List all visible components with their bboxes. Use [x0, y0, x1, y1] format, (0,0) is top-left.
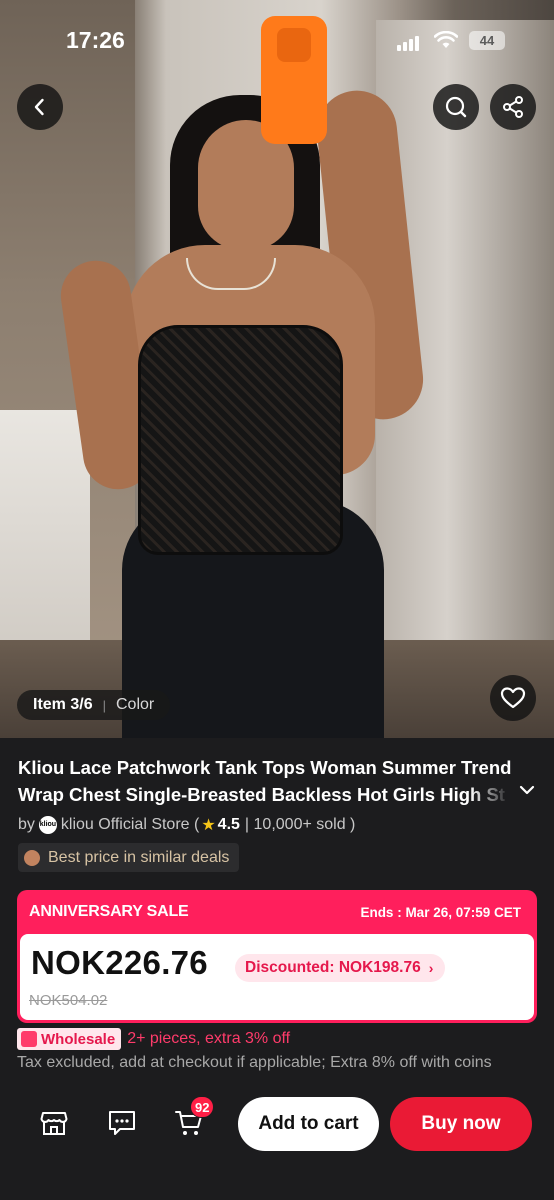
cart-count-badge: 92 — [190, 1096, 215, 1118]
sale-card[interactable]: ANNIVERSARY SALE Ends : Mar 26, 07:59 CE… — [17, 890, 537, 1023]
message-button[interactable] — [107, 1108, 137, 1138]
star-icon: ★ — [201, 817, 216, 834]
wifi-icon — [433, 30, 459, 54]
tag-icon — [24, 849, 40, 866]
chevron-right-icon: › — [428, 960, 434, 976]
store-button[interactable] — [39, 1108, 69, 1138]
photo-lace-corset — [138, 325, 343, 555]
best-price-badge[interactable]: Best price in similar deals — [18, 843, 240, 872]
gallery-item-pill[interactable]: Item 3/6 | Color — [17, 690, 171, 720]
sale-banner-title: ANNIVERSARY SALE — [29, 903, 189, 920]
signal-icon — [397, 33, 421, 51]
store-row[interactable]: by kliou kliou Official Store ( ★ 4.5 | … — [18, 815, 355, 835]
gallery-item-counter: Item 3/6 — [33, 696, 93, 713]
wholesale-badge: Wholesale — [17, 1028, 122, 1050]
search-button[interactable] — [433, 84, 479, 130]
product-title-line-1: Kliou Lace Patchwork Tank Tops Woman Sum… — [18, 757, 512, 778]
add-to-cart-button[interactable]: Add to cart — [238, 1097, 379, 1151]
status-bar: 17:26 44 — [0, 0, 554, 80]
store-rating: 4.5 — [217, 816, 240, 833]
gallery-color-tab[interactable]: Color — [116, 696, 154, 714]
message-icon — [109, 1111, 135, 1135]
chevron-down-icon — [519, 785, 535, 795]
back-icon — [34, 98, 44, 116]
discounted-price: Discounted: NOK198.76 — [245, 959, 421, 976]
tax-note: Tax excluded, add at checkout if applica… — [17, 1054, 492, 1071]
sold-count: | 10,000+ sold ) — [244, 816, 356, 833]
share-icon — [503, 96, 523, 118]
sale-end-time: Ends : Mar 26, 07:59 CET — [360, 905, 521, 920]
wholesale-badge-label: Wholesale — [41, 1030, 116, 1048]
heart-icon — [500, 687, 526, 709]
search-icon — [445, 96, 467, 118]
store-logo: kliou — [38, 816, 57, 834]
buy-now-button[interactable]: Buy now — [390, 1097, 532, 1151]
store-icon — [40, 1112, 68, 1135]
wholesale-row[interactable]: Wholesale 2+ pieces, extra 3% off — [17, 1028, 290, 1050]
current-price: NOK226.76 — [31, 944, 208, 981]
share-button[interactable] — [490, 84, 536, 130]
best-price-text: Best price in similar deals — [48, 848, 230, 866]
store-name[interactable]: kliou Official Store ( — [61, 816, 199, 834]
store-prefix: by — [18, 816, 35, 833]
wholesale-icon — [21, 1031, 37, 1047]
wholesale-offer: 2+ pieces, extra 3% off — [127, 1030, 291, 1047]
original-price: NOK504.02 — [29, 992, 108, 1009]
expand-title-button[interactable] — [517, 780, 537, 805]
title-fade — [470, 781, 510, 808]
battery-icon: 44 — [469, 31, 505, 50]
gallery-separator: | — [102, 697, 106, 713]
wishlist-button[interactable] — [490, 675, 536, 721]
discount-pill[interactable]: Discounted: NOK198.76 › — [235, 954, 446, 982]
back-button[interactable] — [17, 84, 63, 130]
price-panel: NOK226.76 Discounted: NOK198.76 › NOK504… — [20, 934, 534, 1020]
product-title[interactable]: Kliou Lace Patchwork Tank Tops Woman Sum… — [18, 754, 523, 808]
status-time: 17:26 — [66, 27, 125, 53]
product-title-line-2: Wrap Chest Single-Breasted Backless Hot … — [18, 784, 505, 805]
